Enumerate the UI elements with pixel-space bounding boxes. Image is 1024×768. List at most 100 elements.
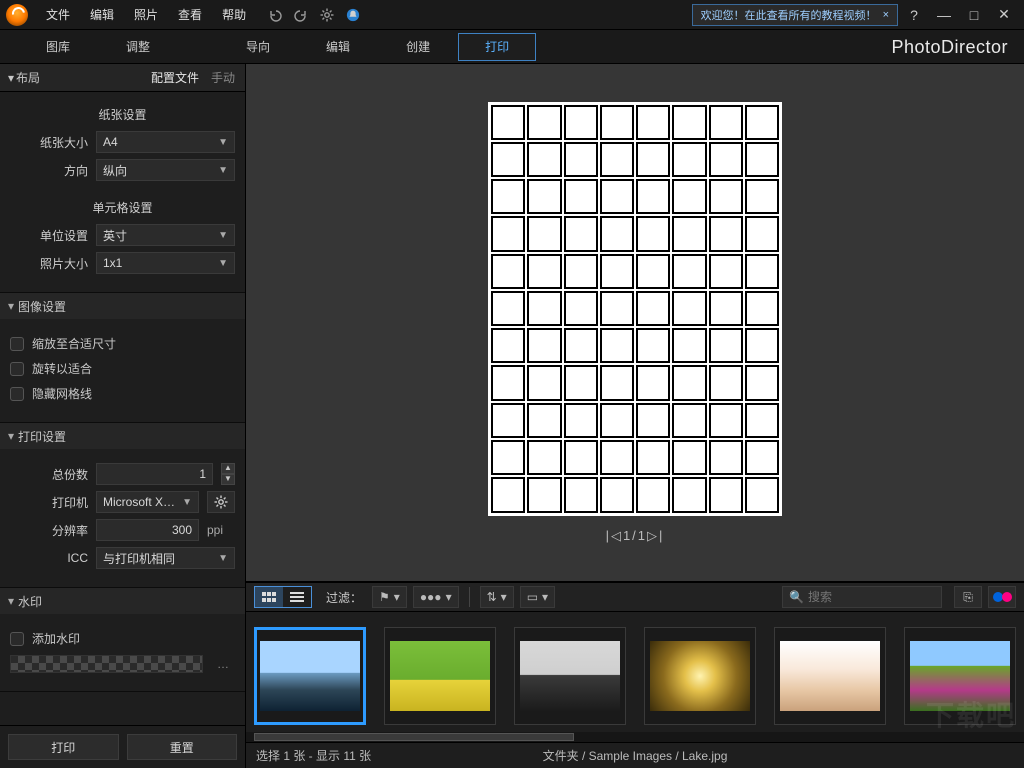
preview-cell[interactable] [527,291,561,326]
preview-cell[interactable] [527,403,561,438]
preview-cell[interactable] [709,216,743,251]
preview-cell[interactable] [600,291,634,326]
stack-dropdown[interactable]: ▭▾ [520,586,555,608]
print-button[interactable]: 打印 [8,734,119,760]
chevron-down-icon[interactable]: ▼ [221,474,235,485]
import-button[interactable]: ⎘ [954,586,982,608]
preview-cell[interactable] [527,254,561,289]
preview-cell[interactable] [564,179,598,214]
icc-select[interactable]: 与打印机相同▼ [96,547,235,569]
thumbnail[interactable] [644,627,756,725]
preview-cell[interactable] [600,328,634,363]
preview-cell[interactable] [564,328,598,363]
notification-icon[interactable] [346,8,360,22]
thumbnail[interactable] [514,627,626,725]
preview-cell[interactable] [709,328,743,363]
preview-cell[interactable] [600,216,634,251]
preview-cell[interactable] [600,179,634,214]
chevron-up-icon[interactable]: ▲ [221,463,235,474]
preview-cell[interactable] [527,477,561,512]
preview-cell[interactable] [564,440,598,475]
flickr-button[interactable] [988,586,1016,608]
preview-cell[interactable] [745,440,779,475]
preview-cell[interactable] [491,365,525,400]
preview-cell[interactable] [491,179,525,214]
minimize-button[interactable]: — [930,5,958,25]
preview-cell[interactable] [636,328,670,363]
preview-cell[interactable] [636,477,670,512]
preview-cell[interactable] [564,291,598,326]
tab-adjust[interactable]: 调整 [98,30,178,63]
preview-cell[interactable] [672,328,706,363]
help-icon[interactable]: ? [900,5,928,25]
redo-icon[interactable] [294,8,308,22]
preview-cell[interactable] [527,328,561,363]
preview-cell[interactable] [600,477,634,512]
maximize-button[interactable]: □ [960,5,988,25]
sort-dropdown[interactable]: ⇅▾ [480,586,514,608]
filter-label-dropdown[interactable]: ●●●▾ [413,586,459,608]
menu-photo[interactable]: 照片 [124,0,168,30]
preview-cell[interactable] [491,328,525,363]
preview-cell[interactable] [491,254,525,289]
preview-cell[interactable] [491,216,525,251]
thumbnail[interactable] [904,627,1016,725]
preview-cell[interactable] [491,477,525,512]
search-input[interactable]: 🔍 ✕ [782,586,942,608]
preview-cell[interactable] [527,142,561,177]
tab-edit[interactable]: 编辑 [298,30,378,63]
preview-cell[interactable] [672,254,706,289]
preview-cell[interactable] [709,403,743,438]
preview-cell[interactable] [491,440,525,475]
preview-cell[interactable] [709,291,743,326]
preview-cell[interactable] [527,105,561,140]
preview-cell[interactable] [709,105,743,140]
preview-cell[interactable] [636,142,670,177]
preview-cell[interactable] [491,105,525,140]
copies-input[interactable] [96,463,213,485]
preview-cell[interactable] [745,328,779,363]
preview-cell[interactable] [745,477,779,512]
close-button[interactable]: ✕ [990,5,1018,25]
preview-cell[interactable] [527,365,561,400]
image-settings-header[interactable]: ▾图像设置 [0,293,245,319]
unit-select[interactable]: 英寸▼ [96,224,235,246]
filter-flag-dropdown[interactable]: ⚑▾ [372,586,407,608]
print-settings-header[interactable]: ▾打印设置 [0,423,245,449]
thumbnail[interactable] [774,627,886,725]
chevron-down-icon[interactable]: ▾ [8,71,14,85]
preview-cell[interactable] [636,365,670,400]
preview-cell[interactable] [636,254,670,289]
checkbox-add-watermark[interactable]: 添加水印 [10,630,235,647]
preview-cell[interactable] [636,105,670,140]
preview-cell[interactable] [709,142,743,177]
preview-cell[interactable] [491,403,525,438]
view-mode-toggle[interactable] [254,586,312,608]
thumbnail[interactable] [384,627,496,725]
menu-edit[interactable]: 编辑 [80,0,124,30]
printer-select[interactable]: Microsoft XPS D▼ [96,491,199,513]
grid-view-icon[interactable] [255,587,283,607]
preview-cell[interactable] [564,403,598,438]
preview-cell[interactable] [527,440,561,475]
gear-icon[interactable] [320,8,334,22]
preview-cell[interactable] [672,403,706,438]
preview-cell[interactable] [672,142,706,177]
printer-settings-button[interactable] [207,491,235,513]
photo-size-select[interactable]: 1x1▼ [96,252,235,274]
thumbnail[interactable] [254,627,366,725]
preview-cell[interactable] [672,440,706,475]
menu-file[interactable]: 文件 [36,0,80,30]
preview-cell[interactable] [600,365,634,400]
preview-cell[interactable] [745,105,779,140]
preview-cell[interactable] [636,403,670,438]
reset-button[interactable]: 重置 [127,734,238,760]
preview-cell[interactable] [564,105,598,140]
sidebar-tab-profile[interactable]: 配置文件 [149,68,201,87]
page-navigator[interactable]: |◁1/1▷| [606,528,665,544]
welcome-banner[interactable]: 欢迎您！在此查看所有的教程视频！ × [692,4,898,26]
preview-cell[interactable] [636,291,670,326]
close-icon[interactable]: × [883,9,889,21]
checkbox-fit[interactable]: 缩放至合适尺寸 [10,335,235,352]
sidebar-tab-manual[interactable]: 手动 [209,68,237,87]
